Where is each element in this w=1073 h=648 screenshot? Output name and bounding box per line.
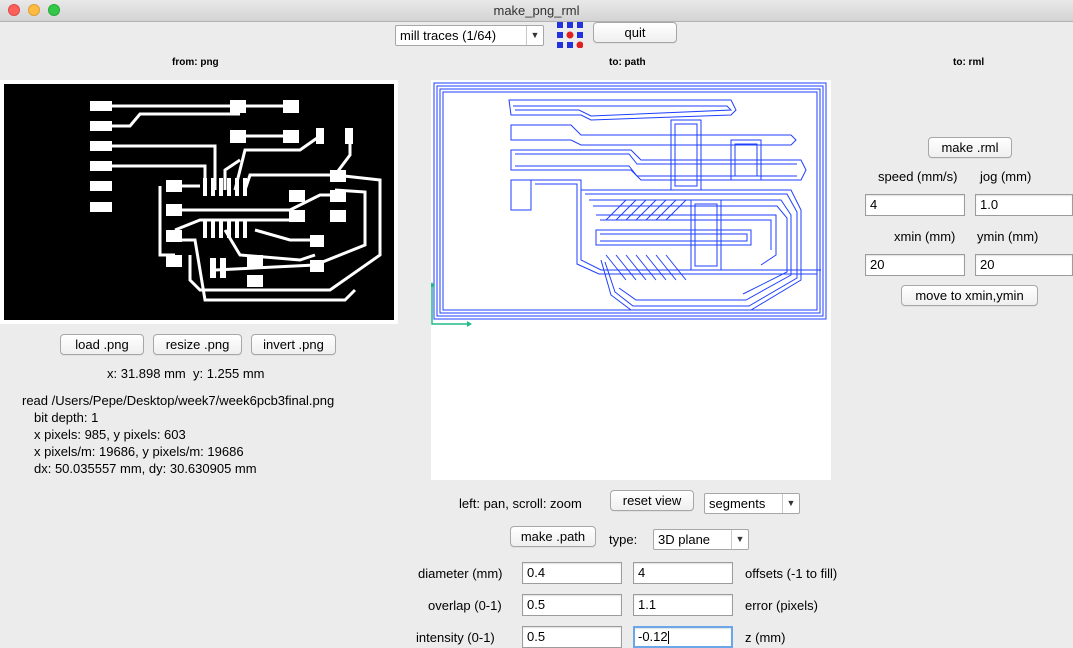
png-preview[interactable] — [0, 80, 398, 324]
overlap-label: overlap (0-1) — [428, 598, 502, 613]
title-bar: make_png_rml — [0, 0, 1073, 22]
make-rml-button[interactable]: make .rml — [928, 137, 1012, 158]
fab-logo-icon — [557, 22, 583, 48]
offsets-field[interactable]: 4 — [633, 562, 733, 584]
path-view-canvas[interactable] — [431, 80, 831, 480]
from-png-heading: from: png — [172, 57, 219, 68]
process-select[interactable]: mill traces (1/64) ▼ — [395, 25, 544, 46]
process-select-value: mill traces (1/64) — [400, 28, 497, 43]
jog-label: jog (mm) — [980, 169, 1032, 184]
jog-field[interactable]: 1.0 — [975, 194, 1073, 216]
info-bit-depth: bit depth: 1 — [34, 410, 99, 425]
diameter-field[interactable]: 0.4 — [522, 562, 622, 584]
diameter-label: diameter (mm) — [418, 566, 503, 581]
info-pixels: x pixels: 985, y pixels: 603 — [34, 427, 186, 442]
chevron-down-icon: ▼ — [782, 494, 799, 513]
move-to-xmin-ymin-button[interactable]: move to xmin,ymin — [901, 285, 1038, 306]
xmin-field[interactable]: 20 — [865, 254, 965, 276]
window-title: make_png_rml — [493, 3, 580, 18]
info-read-path: read /Users/Pepe/Desktop/week7/week6pcb3… — [22, 393, 335, 408]
resize-png-button[interactable]: resize .png — [153, 334, 242, 355]
view-mode-select[interactable]: segments ▼ — [704, 493, 800, 514]
cursor-coords: x: 31.898 mm y: 1.255 mm — [107, 366, 265, 381]
info-dimensions: dx: 50.035557 mm, dy: 30.630905 mm — [34, 461, 257, 476]
view-mode-value: segments — [709, 496, 766, 511]
speed-label: speed (mm/s) — [878, 169, 958, 184]
xmin-label: xmin (mm) — [894, 229, 956, 244]
intensity-field[interactable]: 0.5 — [522, 626, 622, 648]
ymin-field[interactable]: 20 — [975, 254, 1073, 276]
info-pixels-per-m: x pixels/m: 19686, y pixels/m: 19686 — [34, 444, 244, 459]
error-field[interactable]: 1.1 — [633, 594, 733, 616]
quit-button[interactable]: quit — [593, 22, 677, 43]
speed-field[interactable]: 4 — [865, 194, 965, 216]
chevron-down-icon: ▼ — [731, 530, 748, 549]
chevron-down-icon: ▼ — [526, 26, 543, 45]
type-select[interactable]: 3D plane ▼ — [653, 529, 749, 550]
invert-png-button[interactable]: invert .png — [251, 334, 336, 355]
to-path-heading: to: path — [609, 57, 646, 68]
reset-view-button[interactable]: reset view — [610, 490, 694, 511]
make-path-button[interactable]: make .path — [510, 526, 596, 547]
z-depth-field[interactable]: -0.12 — [633, 626, 733, 648]
load-png-button[interactable]: load .png — [60, 334, 144, 355]
overlap-field[interactable]: 0.5 — [522, 594, 622, 616]
z-depth-value: -0.12 — [638, 629, 668, 644]
ymin-label: ymin (mm) — [977, 229, 1039, 244]
type-select-value: 3D plane — [658, 532, 711, 547]
intensity-label: intensity (0-1) — [416, 630, 495, 645]
nav-hint: left: pan, scroll: zoom — [459, 496, 582, 511]
type-label: type: — [609, 532, 638, 547]
text-caret — [667, 631, 669, 645]
z-label: z (mm) — [745, 630, 786, 645]
error-label: error (pixels) — [745, 598, 818, 613]
to-rml-heading: to: rml — [953, 57, 985, 68]
offsets-label: offsets (-1 to fill) — [745, 566, 838, 581]
